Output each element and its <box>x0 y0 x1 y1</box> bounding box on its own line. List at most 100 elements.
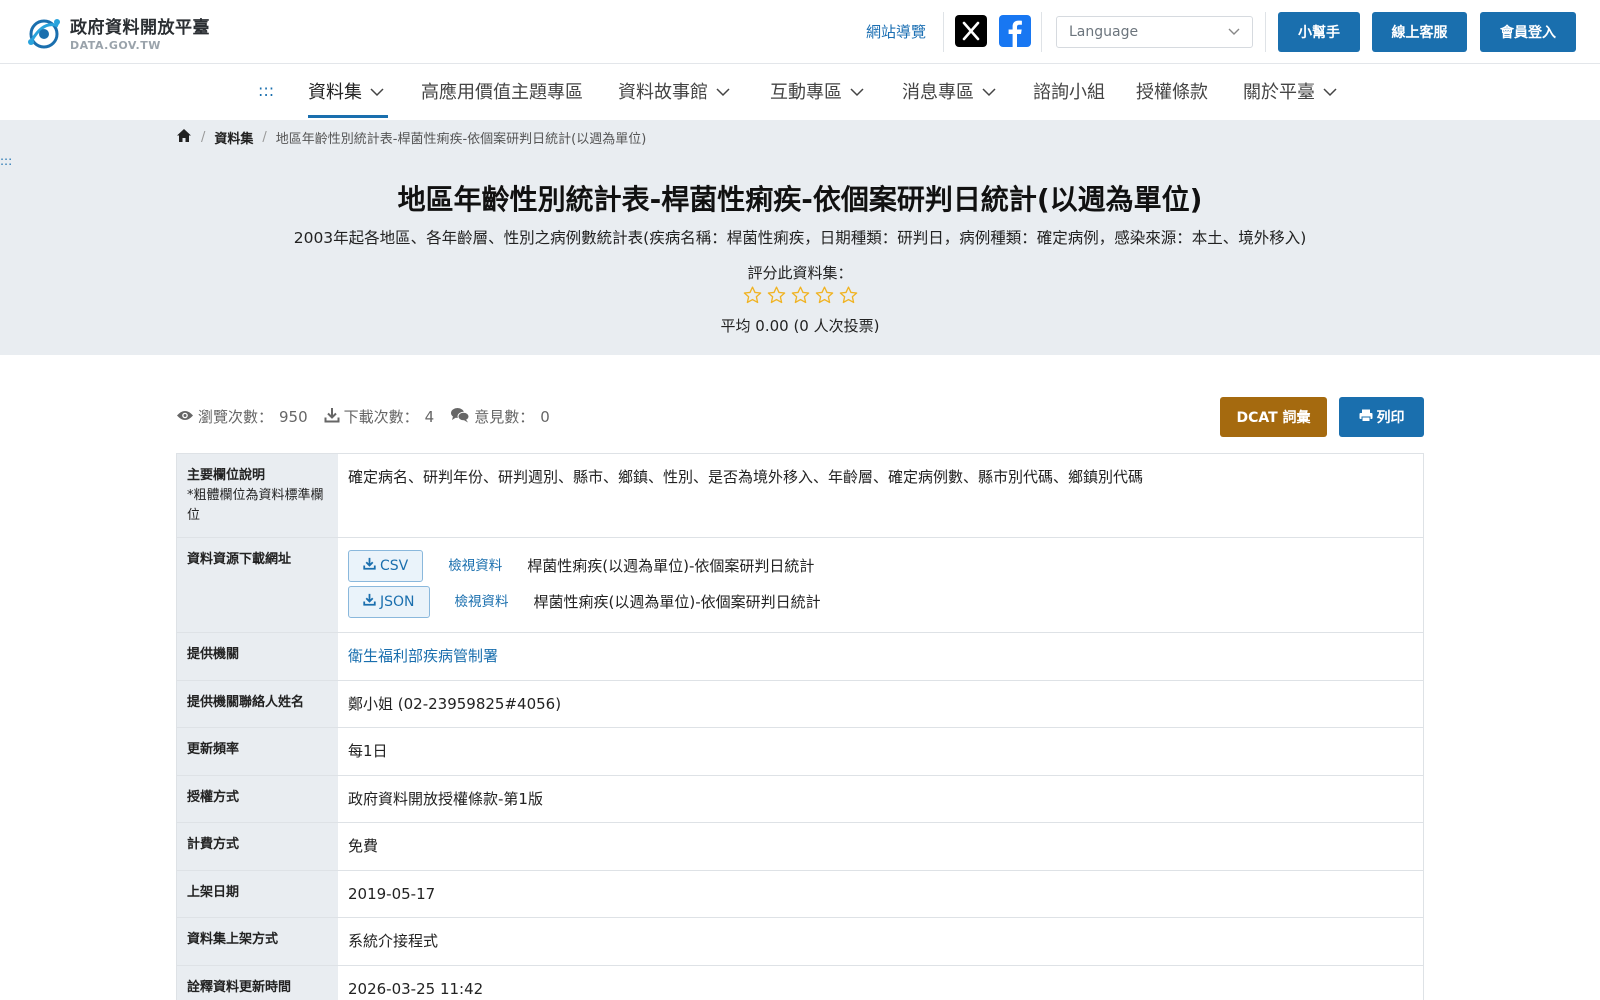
table-row: 更新頻率 每1日 <box>177 728 1423 776</box>
publish-method-value: 系統介接程式 <box>348 932 439 950</box>
language-select-label: Language <box>1069 24 1139 40</box>
home-icon[interactable] <box>176 128 192 147</box>
download-json-button[interactable]: JSON <box>348 586 430 618</box>
dataset-details-table: 主要欄位說明 *粗體欄位為資料標準欄位 確定病名、研判年份、研判週別、縣市、鄉鎮… <box>176 453 1424 1000</box>
star-icon[interactable] <box>791 286 810 308</box>
star-icon[interactable] <box>815 286 834 308</box>
row-header: 詮釋資料更新時間 <box>177 965 338 1000</box>
views-label: 瀏覽次數： <box>198 408 274 426</box>
chevron-down-icon <box>716 81 730 102</box>
nav-item-about[interactable]: 關於平臺 <box>1243 78 1337 104</box>
resource-format: CSV <box>380 557 409 574</box>
rating-stars <box>0 286 1600 308</box>
logo-icon <box>24 12 64 52</box>
resource-item: CSV 檢視資料 桿菌性痢疾(以週為單位)-依個案研判日統計 <box>348 548 1413 584</box>
view-data-link[interactable]: 檢視資料 <box>455 592 509 612</box>
rating-average: 平均 0.00 (0 人次投票) <box>720 317 880 335</box>
content-accesskey[interactable]: ::: <box>0 154 12 168</box>
breadcrumb: / 資料集 / 地區年齡性別統計表-桿菌性痢疾-依個案研判日統計(以週為單位) <box>176 128 646 147</box>
provider-agency-link[interactable]: 衛生福利部疾病管制署 <box>348 647 498 665</box>
x-icon[interactable] <box>955 15 987 47</box>
print-button-label: 列印 <box>1376 410 1405 426</box>
download-icon <box>363 556 380 577</box>
table-row: 授權方式 政府資料開放授權條款-第1版 <box>177 775 1423 823</box>
nav-item-datasets[interactable]: 資料集 <box>308 78 384 104</box>
row-header: 計費方式 <box>177 823 338 870</box>
row-header: 資料資源下載網址 <box>177 538 338 632</box>
star-icon[interactable] <box>839 286 858 308</box>
nav-accesskey[interactable]: ::: <box>258 81 274 100</box>
table-row: 上架日期 2019-05-17 <box>177 870 1423 918</box>
row-header: 更新頻率 <box>177 728 338 775</box>
publish-date-value: 2019-05-17 <box>348 884 436 903</box>
metadata-updated-value: 2026-03-25 11:42 <box>348 979 484 998</box>
download-csv-button[interactable]: CSV <box>348 550 424 582</box>
download-icon <box>363 592 380 613</box>
chevron-down-icon <box>982 81 996 102</box>
resource-item: JSON 檢視資料 桿菌性痢疾(以週為單位)-依個案研判日統計 <box>348 584 1413 620</box>
star-icon[interactable] <box>743 286 762 308</box>
site-logo[interactable]: 政府資料開放平臺 DATA.GOV.TW <box>24 12 210 52</box>
chevron-down-icon <box>1323 81 1337 102</box>
view-data-link[interactable]: 檢視資料 <box>448 556 502 576</box>
nav-item-label: 關於平臺 <box>1243 82 1315 103</box>
facebook-icon[interactable] <box>999 15 1031 47</box>
fee-value: 免費 <box>348 837 379 855</box>
nav-item-label: 互動專區 <box>770 82 842 103</box>
dcat-vocabulary-button[interactable]: DCAT 詞彙 <box>1220 397 1327 437</box>
table-row: 資料集上架方式 系統介接程式 <box>177 918 1423 966</box>
nav-item-label: 資料故事館 <box>618 82 708 103</box>
nav-item-advisory[interactable]: 諮詢小組 <box>1033 78 1105 104</box>
nav-item-high-value[interactable]: 高應用價值主題專區 <box>421 78 583 104</box>
breadcrumb-datasets[interactable]: 資料集 <box>214 128 253 147</box>
resources-cell: CSV 檢視資料 桿菌性痢疾(以週為單位)-依個案研判日統計 JSON 檢視資料… <box>338 538 1423 632</box>
nav-item-data-stories[interactable]: 資料故事館 <box>618 78 730 104</box>
downloads-stat: 下載次數： 4 <box>324 406 434 427</box>
row-header: 主要欄位說明 *粗體欄位為資料標準欄位 <box>177 454 338 537</box>
online-service-button[interactable]: 線上客服 <box>1372 12 1467 52</box>
eye-icon <box>176 408 198 426</box>
contact-value: 鄭小姐 (02-23959825#4056) <box>348 694 562 713</box>
views-count: 950 <box>279 407 308 426</box>
resource-name: 桿菌性痢疾(以週為單位)-依個案研判日統計 <box>533 592 821 611</box>
member-login-button[interactable]: 會員登入 <box>1480 12 1576 52</box>
breadcrumb-separator: / <box>262 130 267 145</box>
nav-item-label: 諮詢小組 <box>1033 82 1105 103</box>
row-header: 上架日期 <box>177 870 338 917</box>
table-row: 計費方式 免費 <box>177 823 1423 871</box>
table-row: 主要欄位說明 *粗體欄位為資料標準欄位 確定病名、研判年份、研判週別、縣市、鄉鎮… <box>177 454 1423 538</box>
nav-item-label: 高應用價值主題專區 <box>421 82 583 103</box>
table-row: 提供機關聯絡人姓名 鄭小姐 (02-23959825#4056) <box>177 680 1423 728</box>
main-nav: ::: 資料集 高應用價值主題專區 資料故事館 互動專區 消息專區 諮詢小組 授… <box>0 65 1600 120</box>
chevron-down-icon <box>850 81 864 102</box>
table-row: 提供機關 衛生福利部疾病管制署 <box>177 633 1423 681</box>
row-header: 提供機關聯絡人姓名 <box>177 680 338 727</box>
page-title: 地區年齡性別統計表-桿菌性痢疾-依個案研判日統計(以週為單位) <box>397 183 1203 216</box>
nav-item-license[interactable]: 授權條款 <box>1136 78 1208 104</box>
row-header-note: *粗體欄位為資料標準欄位 <box>187 488 324 524</box>
site-guide-link[interactable]: 網站導覽 <box>866 21 926 42</box>
dataset-stats: 瀏覽次數： 950 下載次數： 4 意見數： 0 <box>176 406 566 427</box>
nav-item-interactive[interactable]: 互動專區 <box>770 78 864 104</box>
breadcrumb-current: 地區年齡性別統計表-桿菌性痢疾-依個案研判日統計(以週為單位) <box>275 132 647 147</box>
nav-item-news[interactable]: 消息專區 <box>902 78 996 104</box>
nav-item-label: 消息專區 <box>902 82 974 103</box>
language-select[interactable]: Language <box>1056 16 1253 48</box>
license-value: 政府資料開放授權條款-第1版 <box>348 789 543 808</box>
chevron-down-icon <box>1228 24 1240 40</box>
rating-label: 評分此資料集： <box>747 264 853 282</box>
row-header-label: 主要欄位說明 <box>187 468 266 483</box>
star-icon[interactable] <box>767 286 786 308</box>
main-fields-value: 確定病名、研判年份、研判週別、縣市、鄉鎮、性別、是否為境外移入、年齡層、確定病例… <box>348 468 1144 486</box>
helper-button[interactable]: 小幫手 <box>1278 12 1360 52</box>
comments-icon <box>450 407 474 427</box>
update-frequency-value: 每1日 <box>348 742 388 760</box>
nav-active-indicator <box>308 115 388 118</box>
print-button[interactable]: 列印 <box>1339 397 1424 437</box>
row-header: 授權方式 <box>177 775 338 822</box>
downloads-label: 下載次數： <box>343 408 419 426</box>
nav-item-label: 授權條款 <box>1136 82 1208 103</box>
row-header: 資料集上架方式 <box>177 918 338 965</box>
divider <box>1265 12 1266 52</box>
chevron-down-icon <box>370 81 384 102</box>
